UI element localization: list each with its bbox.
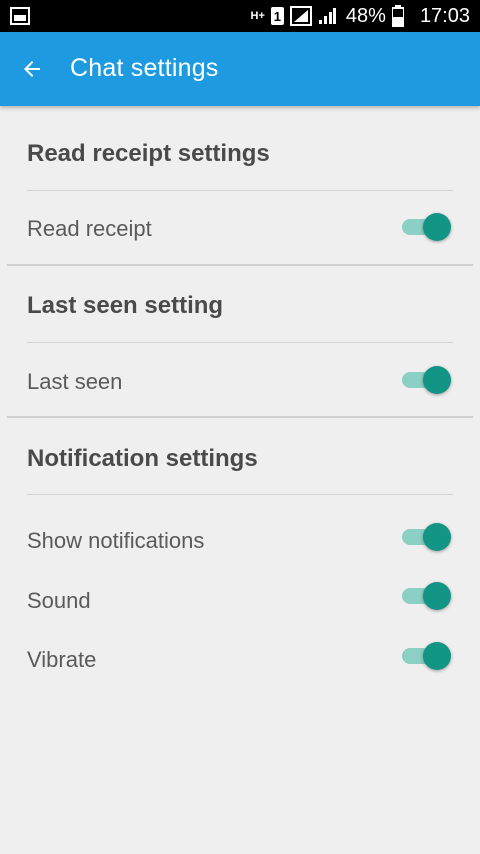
toggle-thumb xyxy=(423,582,451,610)
app-bar: Chat settings xyxy=(0,32,480,106)
sound-label: Sound xyxy=(27,588,91,613)
toggle-thumb xyxy=(423,366,451,394)
clock: 17:03 xyxy=(419,4,470,27)
toggle-thumb xyxy=(423,523,451,551)
arrow-left-icon xyxy=(24,61,40,77)
sound-toggle[interactable] xyxy=(402,580,451,610)
toggle-thumb xyxy=(423,642,451,670)
divider xyxy=(27,342,453,343)
section-divider xyxy=(7,264,473,266)
vibrate-toggle[interactable] xyxy=(402,640,451,670)
last-seen-toggle[interactable] xyxy=(402,364,451,394)
section-header-last-seen: Last seen setting xyxy=(27,292,224,319)
show-notifications-toggle[interactable] xyxy=(402,521,451,551)
battery-percent: 48% xyxy=(345,4,386,27)
sim-indicator: 1 xyxy=(270,7,284,25)
back-button[interactable] xyxy=(16,53,48,85)
status-bar: H+ 1 48% 17:03 xyxy=(0,0,480,32)
divider xyxy=(27,190,453,191)
section-header-read-receipt: Read receipt settings xyxy=(27,140,270,167)
section-header-notifications: Notification settings xyxy=(27,445,258,472)
status-icons: H+ 1 48% 17:03 xyxy=(251,0,470,32)
signal-icon xyxy=(289,6,312,26)
battery-icon xyxy=(391,5,404,27)
page-title: Chat settings xyxy=(70,54,219,82)
vibrate-label: Vibrate xyxy=(27,647,97,672)
read-receipt-label: Read receipt xyxy=(27,216,152,241)
read-receipt-toggle[interactable] xyxy=(402,211,451,241)
last-seen-label: Last seen xyxy=(27,369,123,394)
divider xyxy=(27,494,453,495)
signal-strength-icon xyxy=(318,8,336,24)
network-type-label: H+ xyxy=(250,9,265,22)
section-divider xyxy=(7,416,473,418)
show-notifications-label: Show notifications xyxy=(27,528,205,553)
sim-number: 1 xyxy=(273,8,282,24)
toggle-thumb xyxy=(423,213,451,241)
image-notification-icon xyxy=(10,7,30,25)
